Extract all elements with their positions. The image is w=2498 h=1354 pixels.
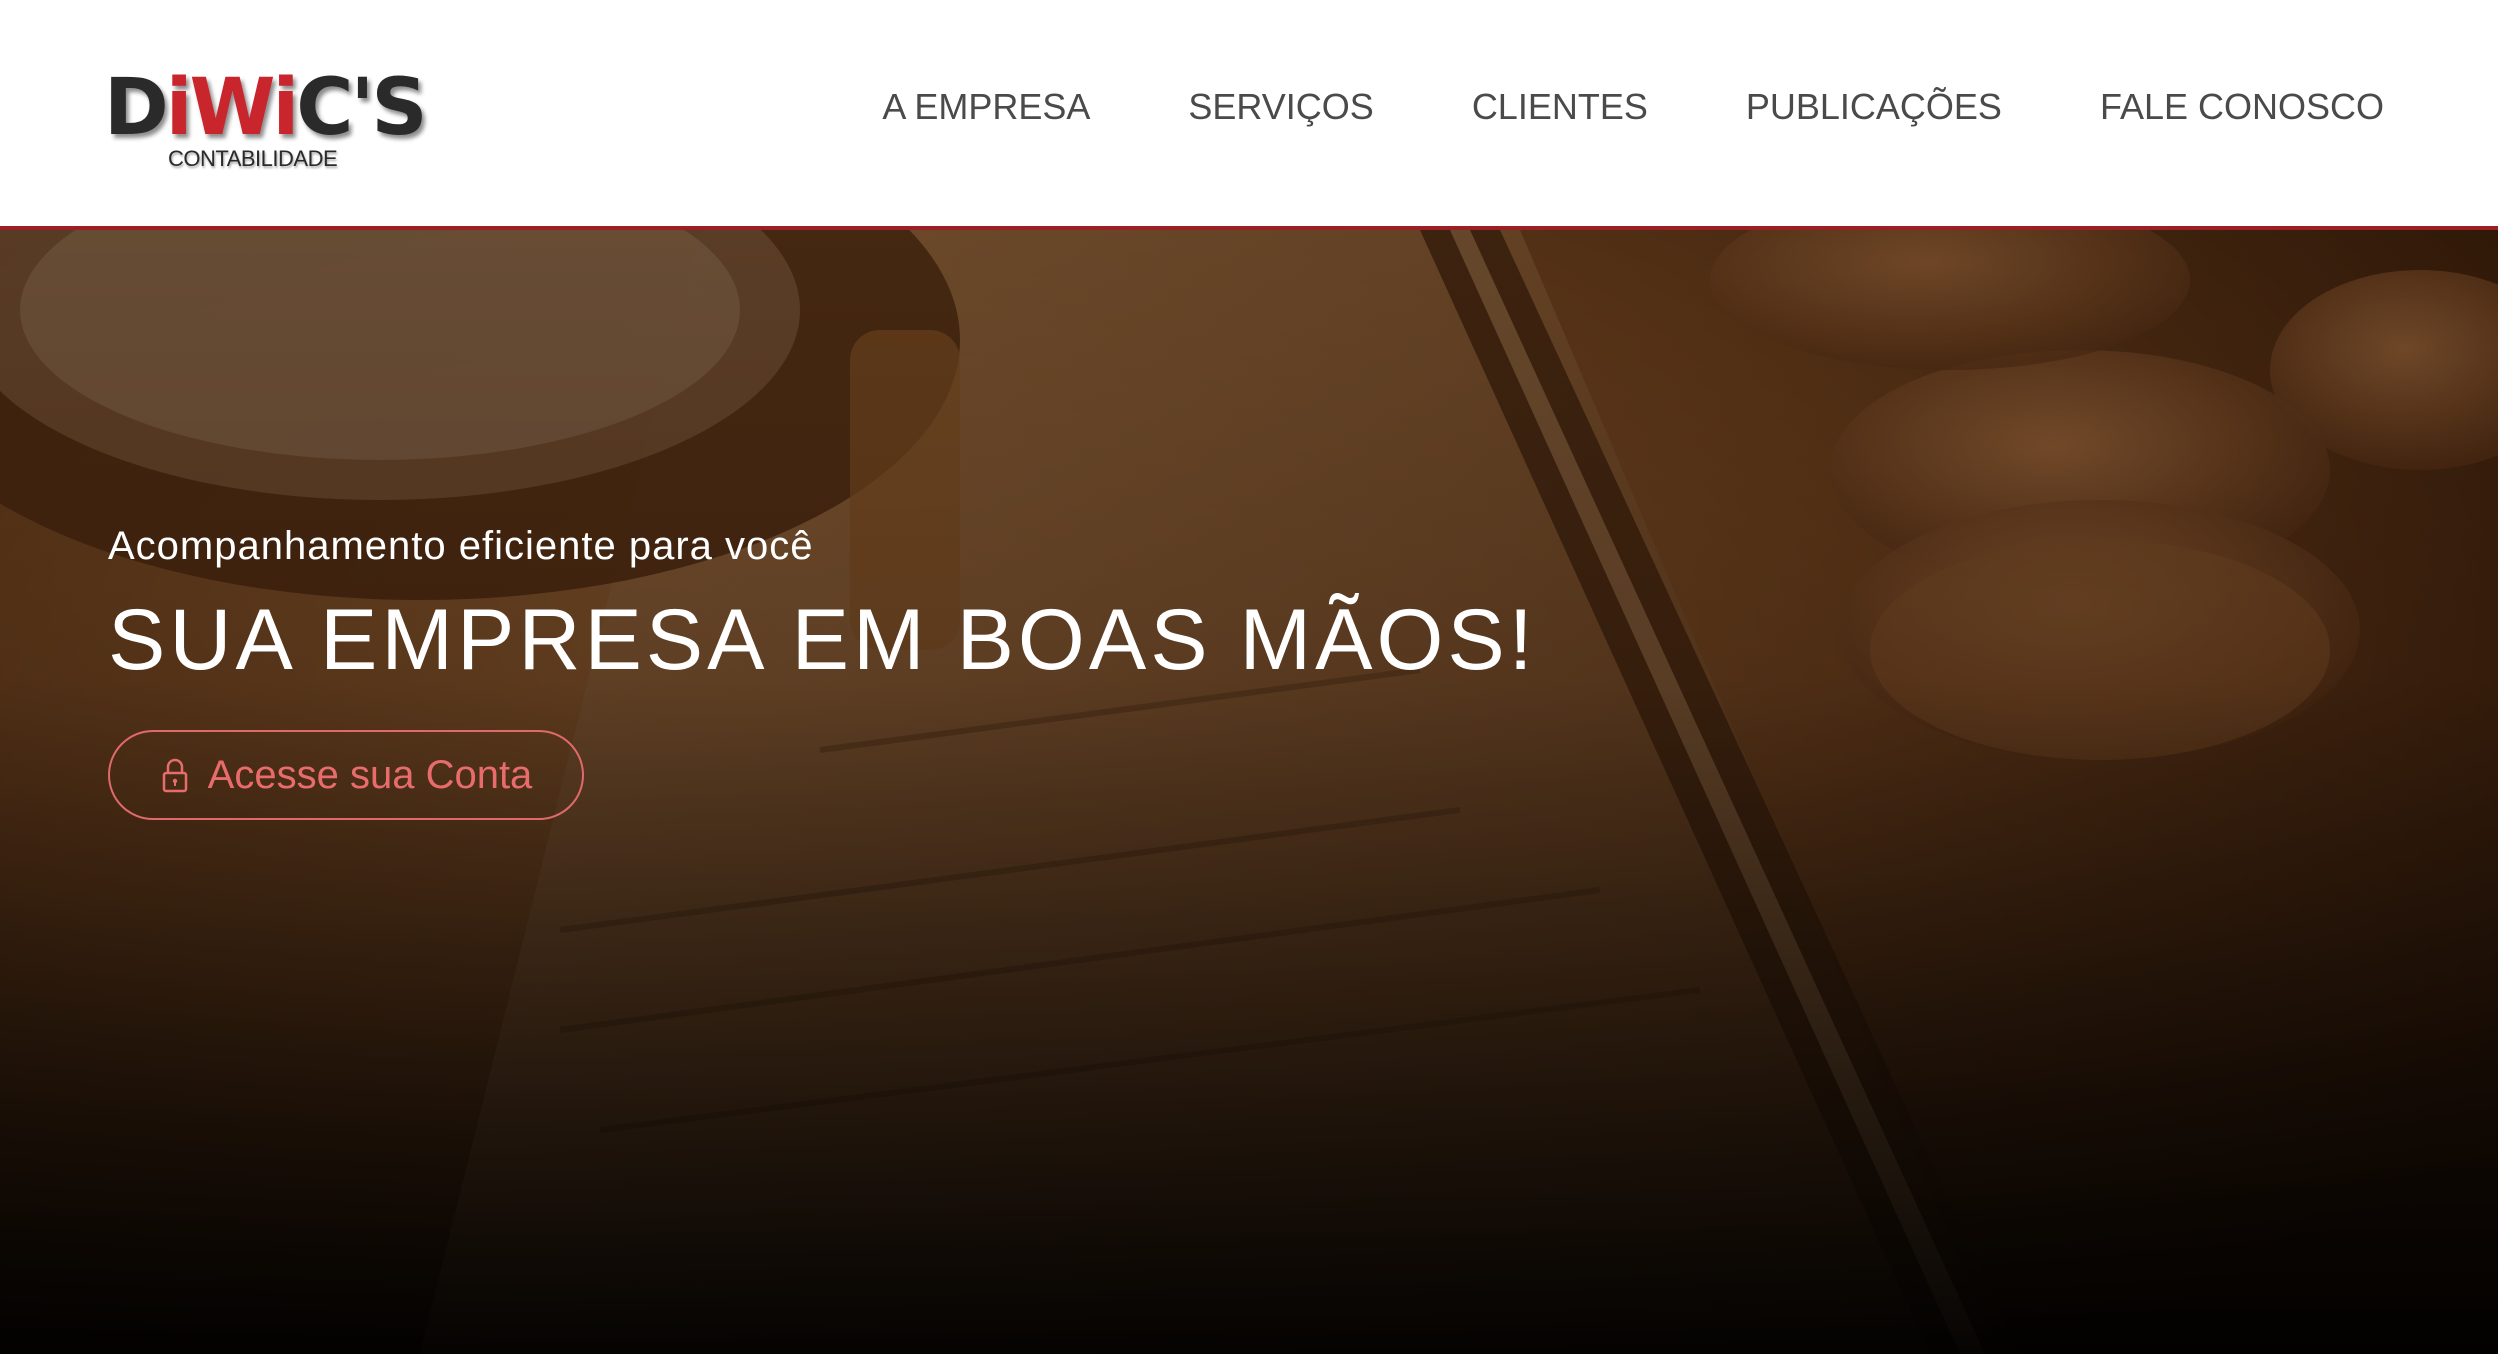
hero-content: Acompanhamento eficiente para você SUA E…: [108, 520, 1537, 820]
hero-tagline: Acompanhamento eficiente para você: [108, 524, 814, 568]
logo[interactable]: DiWiC'S CONTABILIDADE: [104, 66, 428, 176]
logo-wordmark: DiWiC'S: [104, 63, 428, 153]
nav-item-publicacoes[interactable]: PUBLICAÇÕES: [1746, 82, 2002, 132]
hero-title: SUA EMPRESA EM BOAS MÃOS!: [108, 592, 1537, 688]
nav-item-a-empresa[interactable]: A EMPRESA: [882, 82, 1090, 132]
access-account-label: Acesse sua Conta: [207, 752, 533, 797]
access-account-button[interactable]: Acesse sua Conta: [108, 730, 584, 820]
logo-subtitle: CONTABILIDADE: [168, 146, 338, 171]
main-nav: A EMPRESA SERVIÇOS CLIENTES PUBLICAÇÕES …: [882, 82, 2384, 132]
nav-item-clientes[interactable]: CLIENTES: [1472, 82, 1648, 132]
site-header: DiWiC'S CONTABILIDADE A EMPRESA SERVIÇOS…: [0, 0, 2498, 230]
hero-banner: Acompanhamento eficiente para você SUA E…: [0, 230, 2498, 1354]
nav-item-fale-conosco[interactable]: FALE CONOSCO: [2100, 82, 2384, 132]
nav-item-servicos[interactable]: SERVIÇOS: [1188, 82, 1373, 132]
lock-icon: [162, 758, 187, 793]
